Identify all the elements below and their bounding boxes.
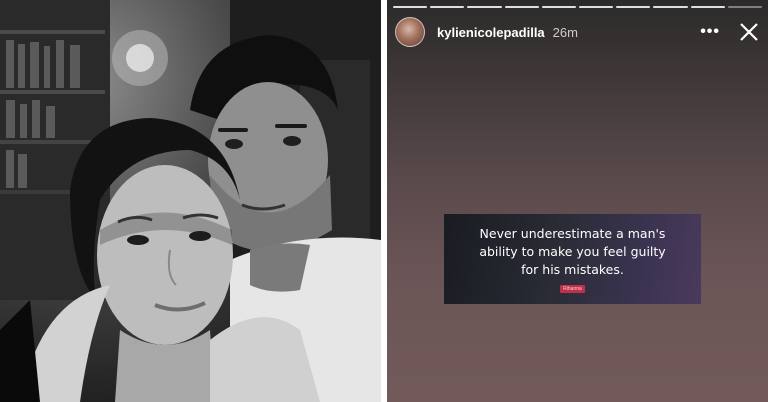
progress-segment xyxy=(690,6,725,8)
quote-text: Never underestimate a man's ability to m… xyxy=(479,226,666,277)
progress-segment xyxy=(579,6,614,8)
progress-segment xyxy=(653,6,688,8)
progress-segment xyxy=(467,6,502,8)
couple-photo-illustration xyxy=(0,0,381,402)
more-dots-icon[interactable]: ••• xyxy=(700,23,720,41)
quote-author-badge: Rihanna xyxy=(560,285,585,293)
progress-segment xyxy=(393,6,428,8)
username[interactable]: kylienicolepadilla xyxy=(437,25,545,40)
story-viewer[interactable]: kylienicolepadilla 26m ••• Never underes… xyxy=(387,0,768,402)
post-time: 26m xyxy=(552,24,578,40)
close-icon[interactable] xyxy=(738,21,760,43)
avatar[interactable] xyxy=(395,17,425,47)
quote-card: Never underestimate a man's ability to m… xyxy=(444,214,701,304)
couple-photo xyxy=(0,0,381,402)
progress-segment xyxy=(430,6,465,8)
progress-segment xyxy=(541,6,577,8)
story-progress-bar xyxy=(393,6,763,9)
progress-segment xyxy=(727,6,763,8)
story-header: kylienicolepadilla 26m ••• xyxy=(395,17,760,47)
progress-segment xyxy=(504,6,539,8)
progress-segment xyxy=(616,6,651,8)
